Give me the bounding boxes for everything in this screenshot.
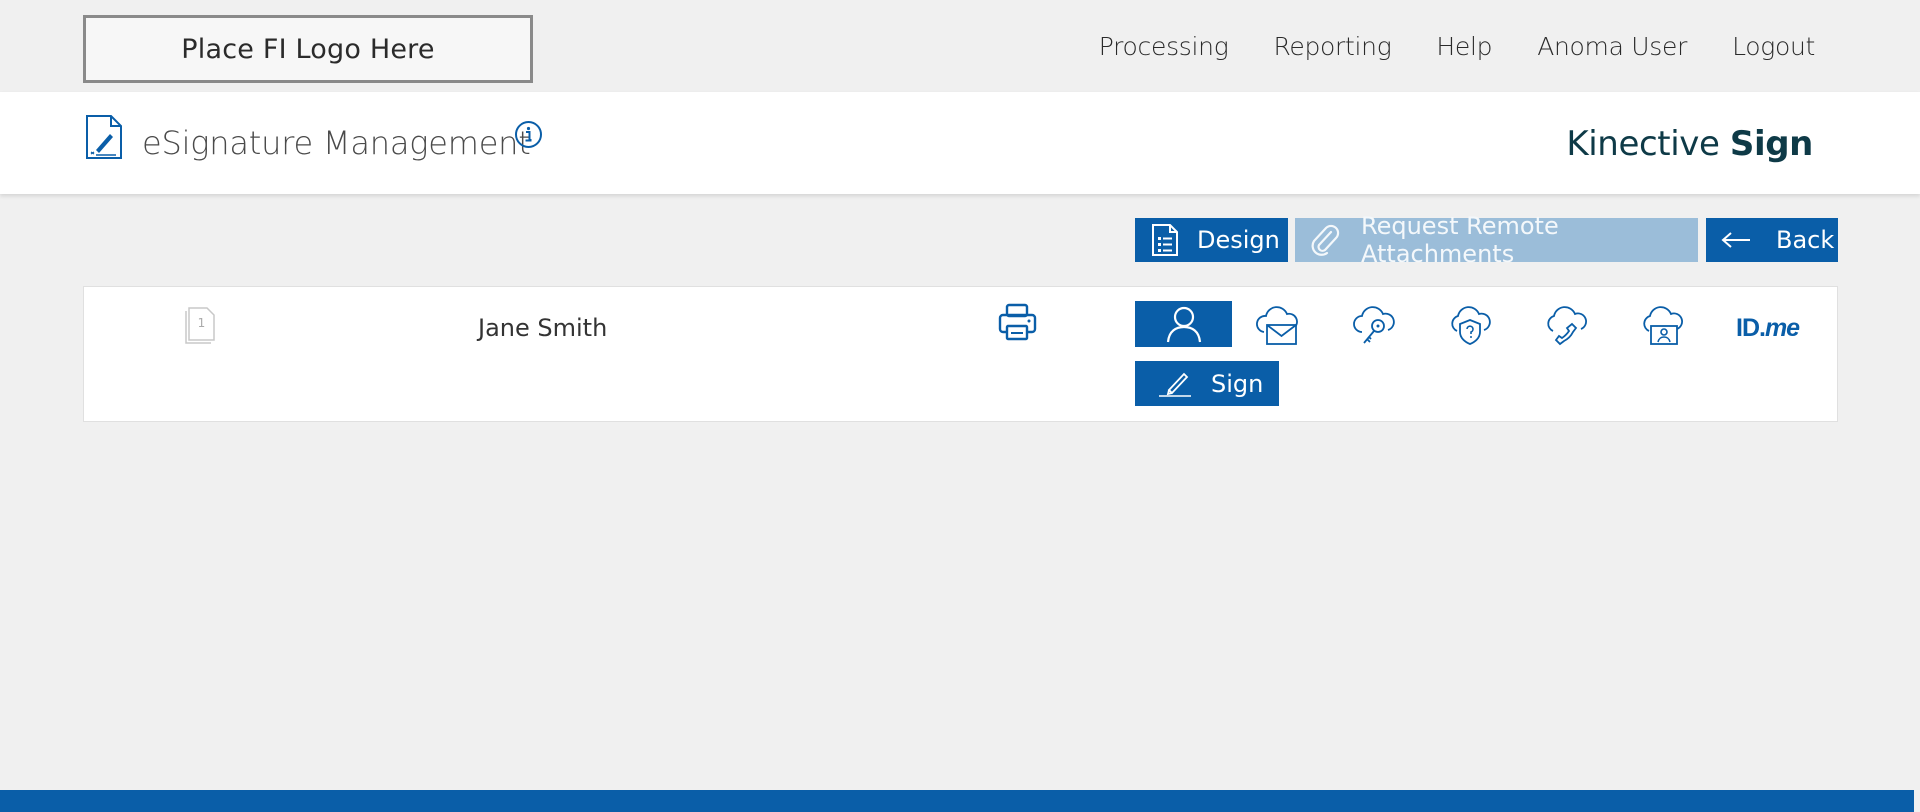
back-button[interactable]: Back: [1706, 218, 1838, 262]
nav-user[interactable]: Anoma User: [1537, 32, 1687, 61]
nav-help[interactable]: Help: [1436, 32, 1492, 61]
printer-icon[interactable]: [997, 302, 1038, 343]
cloud-shield-question-icon[interactable]: [1448, 304, 1492, 348]
info-icon[interactable]: [514, 120, 543, 149]
idme-logo-button[interactable]: ID.me: [1736, 314, 1800, 343]
top-bar: Place FI Logo Here Processing Reporting …: [0, 0, 1920, 92]
arrow-left-icon: [1721, 232, 1750, 248]
signer-name: Jane Smith: [478, 314, 608, 342]
document-number: 1: [198, 316, 206, 330]
esignature-document-icon: [86, 115, 122, 159]
cloud-id-card-icon[interactable]: [1640, 304, 1684, 348]
cloud-email-icon[interactable]: [1256, 304, 1300, 348]
cloud-phone-icon[interactable]: [1544, 304, 1588, 348]
person-icon: [1166, 306, 1201, 343]
pen-sign-icon: [1159, 372, 1191, 397]
back-button-label: Back: [1776, 226, 1835, 254]
auth-in-person-button[interactable]: [1135, 301, 1232, 347]
page-title: eSignature Management: [142, 124, 531, 162]
idme-suffix: me: [1764, 314, 1800, 342]
kinective-sign-brand: Kinective Sign: [1566, 124, 1813, 164]
document-number-icon: 1: [185, 307, 215, 344]
design-document-icon: [1152, 224, 1178, 256]
main-nav: Processing Reporting Help Anoma User Log…: [1099, 32, 1816, 61]
fi-logo-placeholder: Place FI Logo Here: [83, 15, 533, 83]
sign-button[interactable]: Sign: [1135, 361, 1279, 406]
page-header: eSignature Management Kinective Sign: [0, 92, 1920, 194]
design-button-label: Design: [1197, 226, 1280, 254]
footer-bar: [0, 790, 1914, 812]
nav-reporting[interactable]: Reporting: [1273, 32, 1391, 61]
brand-name: Kinective: [1566, 124, 1720, 164]
idme-prefix: ID.: [1736, 314, 1766, 342]
sign-button-label: Sign: [1211, 369, 1264, 398]
cloud-key-icon[interactable]: [1352, 304, 1396, 348]
paperclip-icon: [1311, 224, 1340, 256]
nav-processing[interactable]: Processing: [1099, 32, 1229, 61]
request-remote-attachments-button[interactable]: Request Remote Attachments: [1295, 212, 1698, 268]
brand-product: Sign: [1729, 124, 1813, 164]
request-attachments-label: Request Remote Attachments: [1361, 212, 1559, 268]
signer-row: 1 Jane Smith ID.me Sign: [83, 286, 1838, 422]
design-button[interactable]: Design: [1135, 218, 1288, 262]
nav-logout[interactable]: Logout: [1732, 32, 1815, 61]
